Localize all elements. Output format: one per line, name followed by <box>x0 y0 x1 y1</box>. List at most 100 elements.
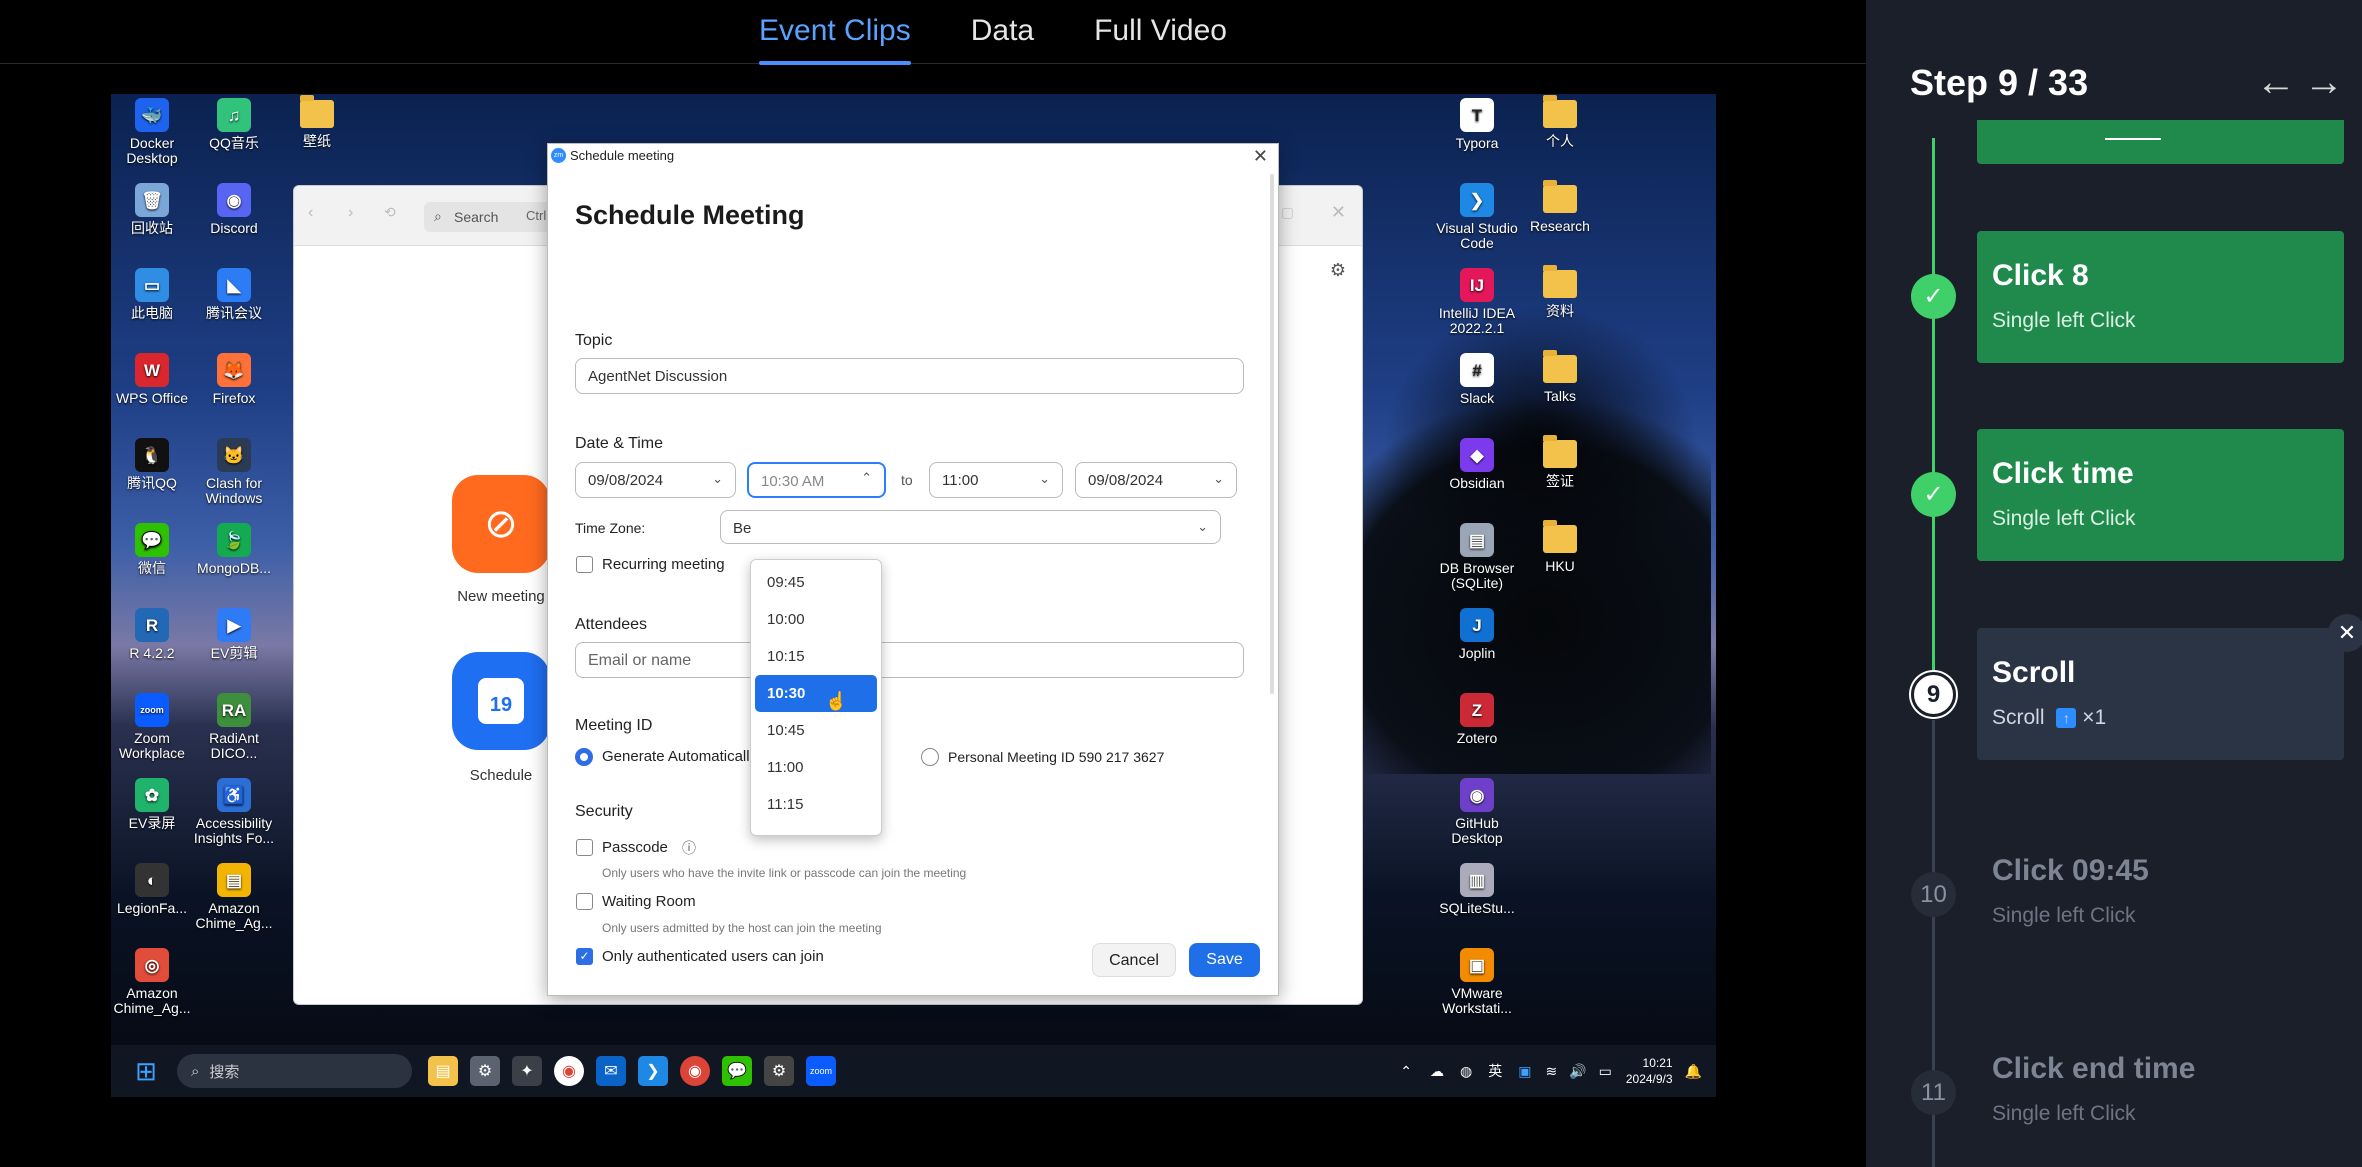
step-card-current[interactable]: Scroll Scroll ↑ ×1 ✕ <box>1977 614 2362 760</box>
wechat-icon[interactable]: 💬 <box>722 1056 752 1086</box>
desktop-icon[interactable]: 🐱 Clash for Windows <box>193 438 275 506</box>
time-option[interactable]: 10:45 <box>755 712 877 749</box>
close-icon[interactable]: ✕ <box>1331 202 1346 223</box>
ime-indicator[interactable]: 英 <box>1488 1061 1502 1081</box>
desktop-icon[interactable]: 💬 微信 <box>111 523 193 576</box>
end-date-picker[interactable]: 09/08/2024 ⌄ <box>1075 462 1237 498</box>
next-step-arrow-icon[interactable]: → <box>2304 60 2352 104</box>
chrome-icon[interactable]: ◉ <box>554 1056 584 1086</box>
desktop-icon[interactable]: Research <box>1519 180 1601 234</box>
generate-id-radio[interactable] <box>575 748 593 766</box>
forward-icon[interactable]: › <box>348 204 353 222</box>
notification-bell-icon[interactable]: 🔔 <box>1685 1063 1702 1080</box>
desktop-icon[interactable]: zoom Zoom Workplace <box>111 693 193 761</box>
desktop-icon[interactable]: ▥ SQLiteStu... <box>1436 863 1518 916</box>
step-card[interactable]: Click 8 Single left Click <box>1977 231 2344 363</box>
desktop-icon[interactable]: ◆ Obsidian <box>1436 438 1518 491</box>
settings-icon[interactable]: ⚙ <box>470 1056 500 1086</box>
desktop-icon[interactable]: ▣ VMware Workstati... <box>1436 948 1518 1016</box>
wifi-icon[interactable]: ≋ <box>1545 1063 1557 1080</box>
passcode-checkbox[interactable] <box>576 839 593 856</box>
desktop-icon[interactable]: ❯ Visual Studio Code <box>1436 183 1518 251</box>
desktop-icon[interactable]: 签证 <box>1519 435 1601 489</box>
desktop-icon[interactable]: W WPS Office <box>111 353 193 406</box>
cancel-button[interactable]: Cancel <box>1092 943 1176 977</box>
desktop-icon[interactable]: ◣ 腾讯会议 <box>193 268 275 321</box>
topic-input[interactable]: AgentNet Discussion <box>575 358 1244 394</box>
attendees-input[interactable]: Email or name <box>575 642 1244 678</box>
chrome-dev-icon[interactable]: ◉ <box>680 1056 710 1086</box>
battery-icon[interactable]: ▭ <box>1599 1063 1612 1080</box>
time-option[interactable]: 10:00 <box>755 601 877 638</box>
schedule-button[interactable]: 19 <box>452 652 550 750</box>
time-option[interactable]: 10:15 <box>755 638 877 675</box>
close-icon[interactable]: ✕ <box>1253 146 1268 167</box>
vscode-icon[interactable]: ❯ <box>638 1056 668 1086</box>
settings-gear-icon[interactable]: ⚙ <box>1330 260 1346 281</box>
auth-users-checkbox[interactable]: ✓ <box>576 948 593 965</box>
step-card[interactable]: Click time Single left Click <box>1977 429 2344 561</box>
end-time-select[interactable]: 11:00 ⌄ <box>929 462 1063 498</box>
desktop-icon[interactable]: ◐ LegionFa... <box>111 863 193 916</box>
volume-icon[interactable]: 🔊 <box>1569 1063 1586 1080</box>
tab-data[interactable]: Data <box>971 0 1034 64</box>
desktop-icon[interactable]: # Slack <box>1436 353 1518 406</box>
desktop-icon[interactable]: 🐳 Docker Desktop <box>111 98 193 166</box>
timezone-select[interactable]: Be ⌄ <box>720 510 1221 544</box>
desktop-icon[interactable]: 壁纸 <box>276 95 358 149</box>
tray-chevron-icon[interactable]: ⌃ <box>1400 1063 1412 1080</box>
back-icon[interactable]: ‹ <box>308 204 313 222</box>
time-option[interactable]: 11:00 <box>755 749 877 786</box>
step-card[interactable]: Click end time Single left Click <box>1977 1024 2344 1156</box>
recurring-checkbox[interactable] <box>576 556 593 573</box>
history-icon[interactable]: ⟲ <box>384 204 396 221</box>
start-time-select[interactable]: 10:30 AM ⌃ <box>747 462 886 498</box>
help-icon[interactable]: ⓘ <box>682 838 696 858</box>
desktop-icon[interactable]: R R 4.2.2 <box>111 608 193 661</box>
desktop-icon[interactable]: ▭ 此电脑 <box>111 268 193 321</box>
desktop-icon[interactable]: HKU <box>1519 520 1601 574</box>
desktop-icon[interactable]: 🍃 MongoDB... <box>193 523 275 576</box>
desktop-icon[interactable]: 🗑 回收站 <box>111 183 193 236</box>
time-option[interactable]: 09:45 <box>755 564 877 601</box>
desktop-icon[interactable]: 🦊 Firefox <box>193 353 275 406</box>
waiting-room-checkbox[interactable] <box>576 893 593 910</box>
maximize-icon[interactable]: ▢ <box>1281 204 1294 221</box>
desktop-icon[interactable]: ◎ Amazon Chime_Ag... <box>111 948 193 1016</box>
desktop-icon[interactable]: ✿ EV录屏 <box>111 778 193 831</box>
tab-event-clips[interactable]: Event Clips <box>759 0 911 65</box>
desktop-icon[interactable]: IJ IntelliJ IDEA 2022.2.1 <box>1436 268 1518 336</box>
desktop-icon[interactable]: 个人 <box>1519 95 1601 149</box>
desktop-icon[interactable]: Talks <box>1519 350 1601 404</box>
desktop-icon[interactable]: 资料 <box>1519 265 1601 319</box>
desktop-icon[interactable]: ◉ Discord <box>193 183 275 236</box>
desktop-icon[interactable]: ▤ Amazon Chime_Ag... <box>193 863 275 931</box>
step-card[interactable]: Click 09:45 Single left Click <box>1977 826 2344 958</box>
close-icon[interactable]: ✕ <box>2328 614 2362 652</box>
network-app-icon[interactable]: ◍ <box>1460 1063 1472 1080</box>
app-icon[interactable]: ✦ <box>512 1056 542 1086</box>
desktop-icon[interactable]: ▤ DB Browser (SQLite) <box>1436 523 1518 591</box>
desktop-icon[interactable]: RA RadiAnt DICO... <box>193 693 275 761</box>
desktop-icon[interactable]: 🐧 腾讯QQ <box>111 438 193 491</box>
time-option[interactable]: 11:15 <box>755 786 877 823</box>
previous-step-card[interactable] <box>1977 120 2344 164</box>
desktop-icon[interactable]: Z Zotero <box>1436 693 1518 746</box>
taskbar-clock[interactable]: 10:21 2024/9/3 <box>1626 1055 1673 1087</box>
gear-app-icon[interactable]: ⚙ <box>764 1056 794 1086</box>
prev-step-arrow-icon[interactable]: ← <box>2256 60 2304 104</box>
tab-full-video[interactable]: Full Video <box>1094 0 1227 64</box>
dialog-scrollbar[interactable] <box>1270 174 1274 694</box>
desktop-icon[interactable]: T Typora <box>1436 98 1518 151</box>
time-option-selected[interactable]: 10:30 <box>755 675 877 712</box>
save-button[interactable]: Save <box>1189 943 1260 977</box>
desktop-icon[interactable]: ◉ GitHub Desktop <box>1436 778 1518 846</box>
taskbar-search[interactable]: ⌕ 搜索 <box>177 1054 412 1088</box>
input-method-icon[interactable]: ▣ <box>1518 1063 1531 1080</box>
desktop-icon[interactable]: J Joplin <box>1436 608 1518 661</box>
start-date-picker[interactable]: 09/08/2024 ⌄ <box>575 462 736 498</box>
new-meeting-button[interactable]: ⊘ <box>452 475 550 573</box>
outlook-icon[interactable]: ✉ <box>596 1056 626 1086</box>
zoom-taskbar-icon[interactable]: zoom <box>806 1056 836 1086</box>
desktop-icon[interactable]: ♫ QQ音乐 <box>193 98 275 151</box>
